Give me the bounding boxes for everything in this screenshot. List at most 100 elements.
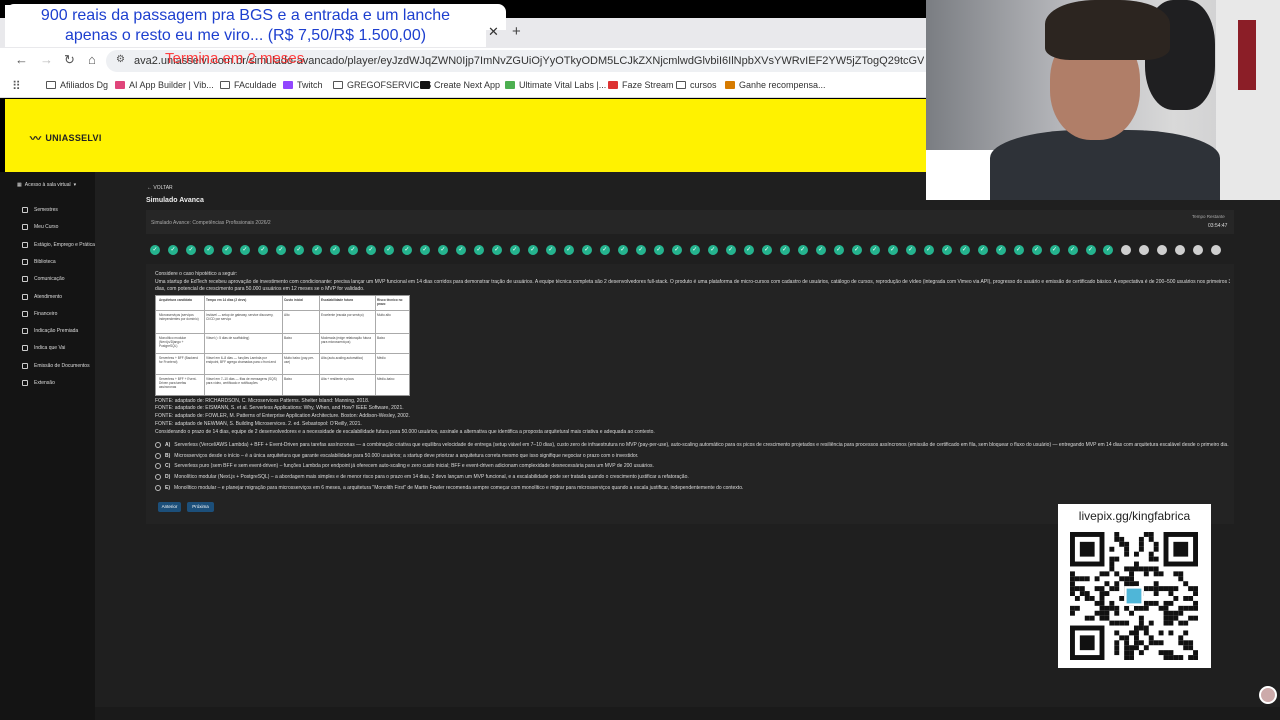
answer-option[interactable]: D) Monolítico modular (Next.js + PostgreS… bbox=[155, 474, 689, 480]
progress-dot[interactable]: ✓ bbox=[635, 245, 646, 255]
sidebar-item[interactable]: Biblioteca bbox=[22, 258, 56, 265]
progress-dot[interactable]: ✓ bbox=[473, 245, 484, 255]
answer-option[interactable]: A) Serverless (Vercel/AWS Lambda) + BFF +… bbox=[155, 442, 1229, 448]
sidebar-item[interactable]: Semestres bbox=[22, 207, 58, 213]
sidebar-item[interactable]: Extensão bbox=[22, 380, 55, 386]
progress-dot[interactable]: ✓ bbox=[977, 245, 988, 255]
sidebar-item[interactable]: Financeiro bbox=[22, 310, 57, 317]
radio-button[interactable] bbox=[155, 474, 161, 480]
answer-option[interactable]: C) Serverless puro (sem BFF e sem event-d… bbox=[155, 463, 654, 469]
progress-dot[interactable]: ✓ bbox=[1103, 245, 1114, 255]
sidebar-item[interactable]: Atendimento bbox=[22, 293, 62, 300]
progress-dot[interactable]: ✓ bbox=[653, 245, 664, 255]
progress-dot[interactable]: ✓ bbox=[563, 245, 574, 255]
bookmark-item[interactable]: Create Next App bbox=[420, 80, 500, 90]
bookmark-item[interactable]: Twitch bbox=[283, 80, 323, 90]
previous-button[interactable]: Anterior bbox=[158, 502, 181, 512]
sidebar-item[interactable]: Indica que Vai bbox=[22, 345, 65, 352]
progress-dot[interactable]: ✓ bbox=[311, 245, 322, 255]
new-tab-icon[interactable]: + bbox=[512, 23, 521, 40]
progress-dot[interactable]: ✓ bbox=[761, 245, 772, 255]
sidebar-item[interactable]: Comunicação bbox=[22, 276, 65, 283]
progress-dot[interactable]: ✓ bbox=[581, 245, 592, 255]
progress-dot[interactable]: ✓ bbox=[743, 245, 754, 255]
apps-grid-icon[interactable]: ⠿ bbox=[12, 79, 21, 93]
progress-dot[interactable]: ✓ bbox=[887, 245, 898, 255]
progress-dot[interactable]: ✓ bbox=[869, 245, 880, 255]
progress-dot[interactable]: ✓ bbox=[455, 245, 466, 255]
progress-dot[interactable] bbox=[1121, 245, 1132, 255]
progress-dot[interactable]: ✓ bbox=[437, 245, 448, 255]
progress-dot[interactable]: ✓ bbox=[545, 245, 556, 255]
progress-dot[interactable]: ✓ bbox=[797, 245, 808, 255]
bookmark-item[interactable]: Afiliados Dg bbox=[46, 80, 108, 90]
progress-dot[interactable]: ✓ bbox=[833, 245, 844, 255]
back-arrow-icon[interactable]: ← bbox=[15, 52, 28, 67]
progress-dot[interactable] bbox=[1157, 245, 1168, 255]
progress-dot[interactable]: ✓ bbox=[275, 245, 286, 255]
bookmark-item[interactable]: GREGOFSERVICES bbox=[333, 80, 431, 90]
progress-dot[interactable]: ✓ bbox=[815, 245, 826, 255]
progress-dot[interactable]: ✓ bbox=[1067, 245, 1078, 255]
reload-icon[interactable]: ↻ bbox=[64, 52, 75, 68]
back-link[interactable]: ← VOLTAR bbox=[147, 185, 173, 191]
progress-dot[interactable]: ✓ bbox=[329, 245, 340, 255]
progress-dot[interactable]: ✓ bbox=[257, 245, 268, 255]
uniasselvi-logo[interactable]: 〰 UNIASSELVI bbox=[30, 130, 102, 146]
progress-dot[interactable]: ✓ bbox=[527, 245, 538, 255]
progress-dot[interactable]: ✓ bbox=[185, 245, 196, 255]
sidebar-header[interactable]: ▦ Acesso à sala virtual ▾ bbox=[17, 182, 76, 188]
radio-button[interactable] bbox=[155, 442, 161, 448]
progress-dot[interactable]: ✓ bbox=[923, 245, 934, 255]
progress-dot[interactable]: ✓ bbox=[203, 245, 214, 255]
progress-dot[interactable]: ✓ bbox=[509, 245, 520, 255]
sidebar-item[interactable]: Meu Curso bbox=[22, 224, 58, 231]
progress-dot[interactable] bbox=[1211, 245, 1222, 255]
progress-dot[interactable]: ✓ bbox=[150, 245, 160, 255]
progress-dot[interactable]: ✓ bbox=[167, 245, 178, 255]
forward-arrow-icon[interactable]: → bbox=[40, 52, 53, 67]
progress-dot[interactable]: ✓ bbox=[725, 245, 736, 255]
tab-close-icon[interactable]: ✕ bbox=[488, 24, 499, 40]
progress-dot[interactable]: ✓ bbox=[707, 245, 718, 255]
progress-dot[interactable]: ✓ bbox=[689, 245, 700, 255]
progress-dot[interactable]: ✓ bbox=[599, 245, 610, 255]
progress-dot[interactable]: ✓ bbox=[905, 245, 916, 255]
radio-button[interactable] bbox=[155, 485, 161, 491]
progress-dot[interactable]: ✓ bbox=[617, 245, 628, 255]
progress-dot[interactable]: ✓ bbox=[239, 245, 250, 255]
progress-dot[interactable]: ✓ bbox=[941, 245, 952, 255]
bookmark-item[interactable]: Faze Stream bbox=[608, 80, 674, 90]
sidebar-item[interactable]: Indicação Premiada bbox=[22, 328, 78, 335]
answer-option[interactable]: B) Microsserviços desde o início – é a ún… bbox=[155, 453, 638, 459]
progress-dot[interactable]: ✓ bbox=[347, 245, 358, 255]
progress-dot[interactable]: ✓ bbox=[995, 245, 1006, 255]
progress-dot[interactable]: ✓ bbox=[1031, 245, 1042, 255]
progress-dot[interactable]: ✓ bbox=[401, 245, 412, 255]
bookmark-item[interactable]: Ganhe recompensa... bbox=[725, 80, 826, 90]
progress-dot[interactable]: ✓ bbox=[671, 245, 682, 255]
home-icon[interactable]: ⌂ bbox=[88, 52, 96, 67]
progress-dot[interactable] bbox=[1175, 245, 1186, 255]
progress-dot[interactable]: ✓ bbox=[1085, 245, 1096, 255]
progress-dot[interactable]: ✓ bbox=[383, 245, 394, 255]
avatar[interactable] bbox=[1259, 686, 1277, 704]
next-button[interactable]: Próxima bbox=[187, 502, 214, 512]
progress-dot[interactable] bbox=[1193, 245, 1204, 255]
bookmark-item[interactable]: AI App Builder | Vib... bbox=[115, 80, 214, 90]
progress-dot[interactable]: ✓ bbox=[1049, 245, 1060, 255]
progress-dot[interactable]: ✓ bbox=[779, 245, 790, 255]
sidebar-item[interactable]: Estágio, Emprego e Práticas bbox=[22, 241, 97, 248]
bookmark-item[interactable]: Ultimate Vital Labs |... bbox=[505, 80, 606, 90]
progress-dot[interactable]: ✓ bbox=[1013, 245, 1024, 255]
progress-dot[interactable]: ✓ bbox=[221, 245, 232, 255]
progress-dot[interactable]: ✓ bbox=[419, 245, 430, 255]
answer-option[interactable]: E) Monolítico modular – e planejar migraç… bbox=[155, 485, 743, 491]
progress-dot[interactable]: ✓ bbox=[851, 245, 862, 255]
site-info-icon[interactable]: ⚙ bbox=[116, 54, 125, 65]
progress-dot[interactable]: ✓ bbox=[491, 245, 502, 255]
progress-dot[interactable] bbox=[1139, 245, 1150, 255]
progress-dot[interactable]: ✓ bbox=[365, 245, 376, 255]
sidebar-item[interactable]: Emissão de Documentos bbox=[22, 362, 90, 369]
progress-dot[interactable]: ✓ bbox=[293, 245, 304, 255]
